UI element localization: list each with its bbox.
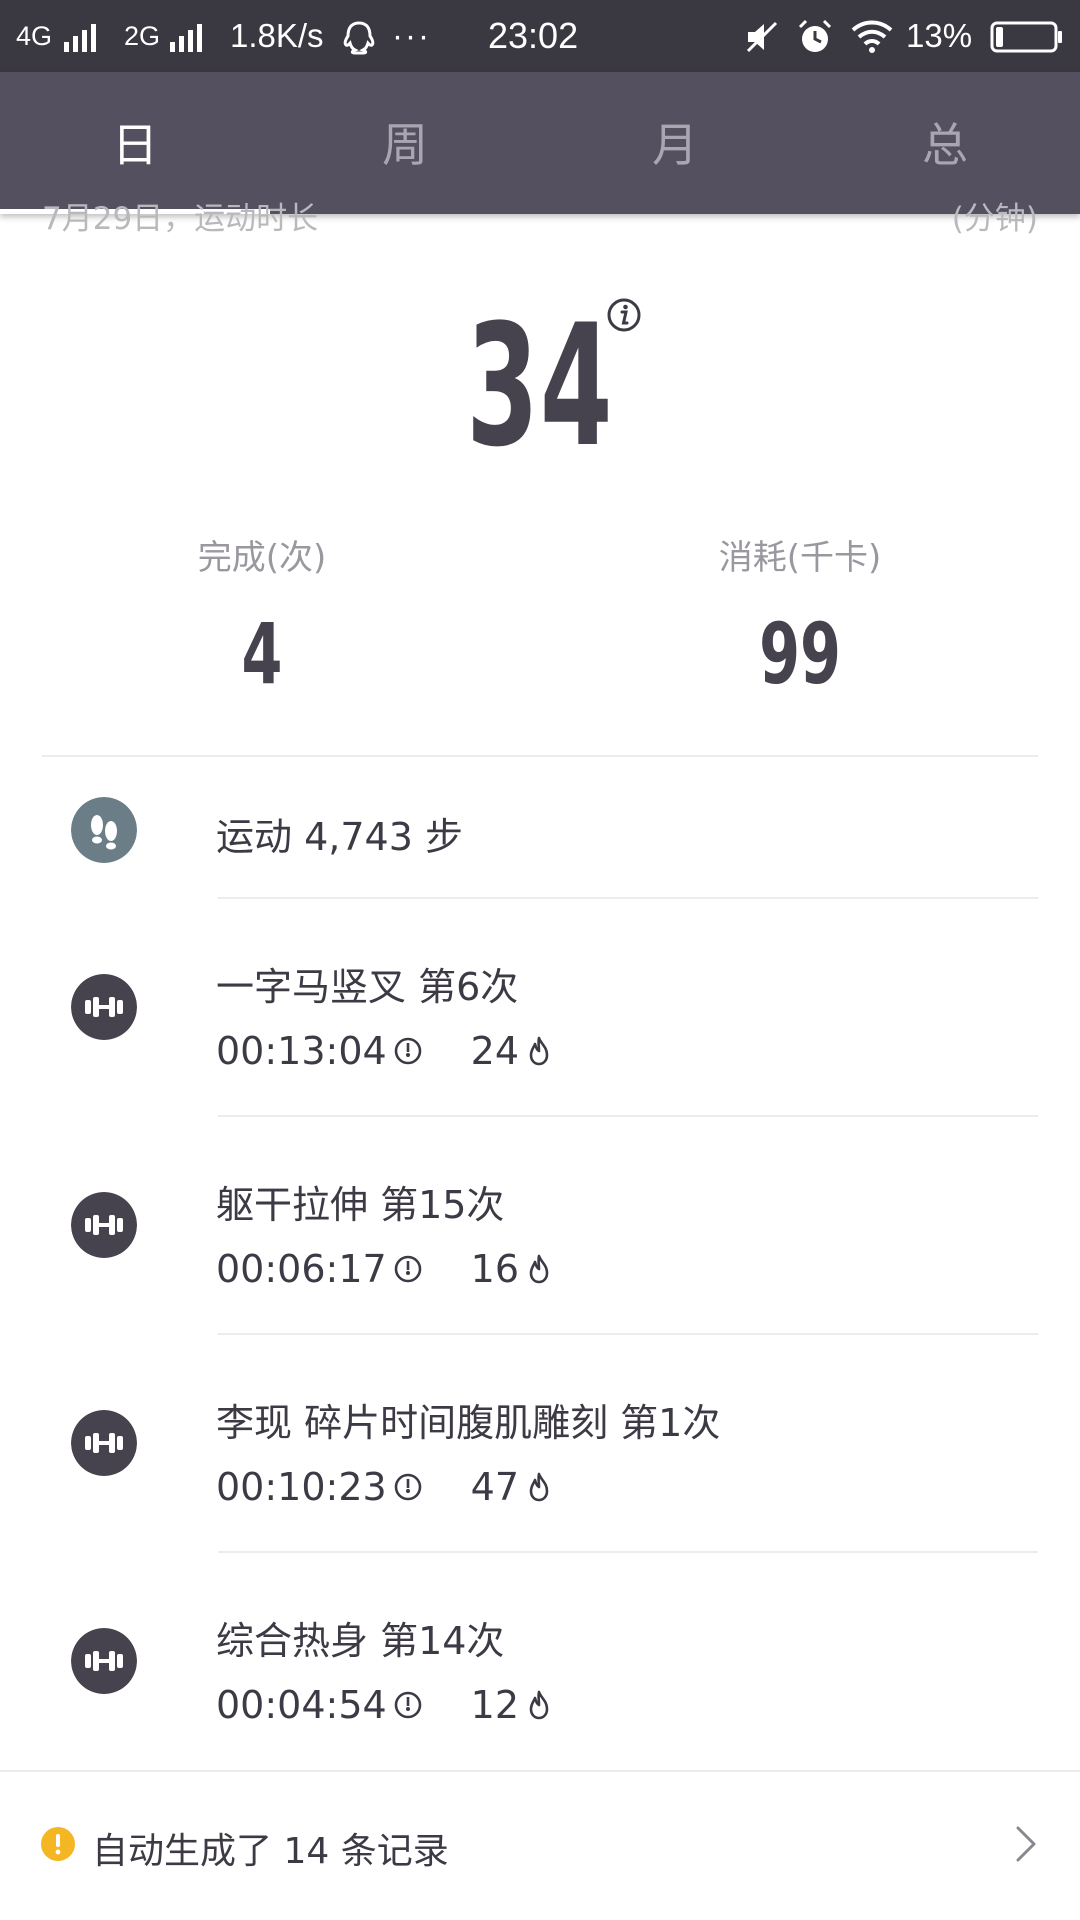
workout-row[interactable]: 躯干拉伸 第15次 00:06:17 16: [0, 1117, 1080, 1335]
workout-duration: 00:13:04: [216, 1029, 387, 1073]
flame-icon: [529, 1690, 549, 1720]
alarm-icon: [798, 19, 832, 52]
battery-percent: 13%: [906, 17, 973, 54]
workout-title: 一字马竖叉 第6次: [216, 965, 519, 1009]
total-duration-value: 34: [466, 288, 614, 484]
steps-text: 运动 4,743 步: [216, 815, 463, 859]
clock-time: 23:02: [488, 15, 579, 56]
calories-value: 99: [759, 605, 841, 703]
workout-calories: 47: [470, 1465, 520, 1509]
workout-calories: 16: [470, 1247, 520, 1291]
workout-calories: 12: [470, 1683, 520, 1727]
flame-icon: [529, 1472, 549, 1502]
workout-row[interactable]: 一字马竖叉 第6次 00:13:04 24: [0, 899, 1080, 1117]
wifi-icon: [851, 20, 893, 53]
signal-icon-2: [170, 24, 204, 52]
dumbbell-icon: [71, 1410, 137, 1476]
duration-unit-label: (分钟): [951, 201, 1038, 237]
completed-value: 4: [241, 605, 283, 703]
workout-duration: 00:10:23: [216, 1465, 387, 1509]
workout-calories: 24: [470, 1029, 520, 1073]
tab-month[interactable]: 月: [540, 72, 810, 214]
workout-row[interactable]: 综合热身 第14次 00:04:54 12: [0, 1553, 1080, 1771]
steps-row[interactable]: 运动 4,743 步: [0, 758, 1080, 898]
timer-icon: [394, 1473, 421, 1501]
info-icon[interactable]: [606, 297, 642, 333]
warning-icon: [41, 1827, 75, 1861]
dumbbell-icon: [71, 974, 137, 1040]
status-bar: 4G 2G 1.8K/s ··· 23:02 13%: [0, 0, 1080, 72]
network-type-4g: 4G: [16, 21, 53, 51]
dumbbell-icon: [71, 1628, 137, 1694]
flame-icon: [529, 1254, 549, 1284]
workout-title: 李现 碎片时间腹肌雕刻 第1次: [216, 1401, 721, 1445]
more-notifications: ···: [392, 17, 431, 54]
date-duration-label: 7月29日，运动时长: [42, 201, 319, 237]
auto-records-text: 自动生成了 14 条记录: [92, 1831, 449, 1872]
mute-icon: [746, 21, 778, 53]
network-type-2g: 2G: [124, 21, 161, 51]
auto-records-notice[interactable]: 自动生成了 14 条记录: [0, 1772, 1080, 1920]
battery-icon: [990, 21, 1062, 53]
footprints-icon: [71, 797, 137, 863]
tab-week[interactable]: 周: [270, 72, 540, 214]
tab-total[interactable]: 总: [810, 72, 1080, 214]
signal-icon: [64, 24, 98, 52]
dumbbell-icon: [71, 1192, 137, 1258]
workout-duration: 00:04:54: [216, 1683, 387, 1727]
period-tab-bar: 日 周 月 总: [0, 72, 1080, 214]
qq-icon: [343, 21, 375, 55]
timer-icon: [394, 1037, 421, 1065]
workout-title: 综合热身 第14次: [216, 1619, 505, 1663]
chevron-right-icon[interactable]: [1014, 1824, 1038, 1864]
flame-icon: [529, 1036, 549, 1066]
timer-icon: [394, 1255, 421, 1283]
calories-label: 消耗(千卡): [718, 538, 882, 578]
summary-divider: [42, 755, 1038, 757]
workout-title: 躯干拉伸 第15次: [216, 1183, 505, 1227]
workout-duration: 00:06:17: [216, 1247, 387, 1291]
network-speed: 1.8K/s: [230, 17, 324, 54]
timer-icon: [394, 1691, 421, 1719]
workout-row[interactable]: 李现 碎片时间腹肌雕刻 第1次 00:10:23 47: [0, 1335, 1080, 1553]
tab-day[interactable]: 日: [0, 72, 270, 214]
completed-label: 完成(次): [197, 538, 327, 578]
